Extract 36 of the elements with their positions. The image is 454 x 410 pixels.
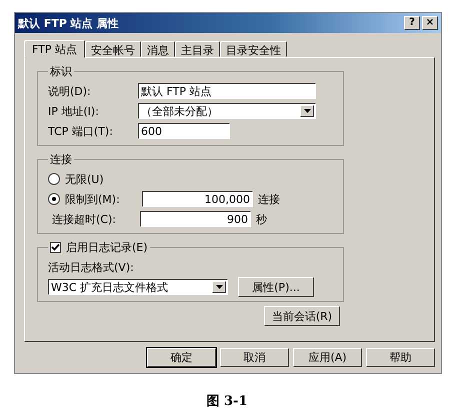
dialog-button[interactable]: 确定: [147, 348, 216, 367]
radio-label[interactable]: 限制到(M):: [65, 192, 142, 206]
tab[interactable]: 安全帐号: [84, 41, 141, 57]
input-field[interactable]: 900: [140, 211, 251, 227]
dropdown[interactable]: W3C 扩充日志文件格式: [48, 279, 228, 295]
dropdown[interactable]: （全部未分配）: [138, 103, 316, 119]
dialog-button[interactable]: 应用(A): [293, 348, 362, 367]
input-field[interactable]: 600: [138, 123, 230, 139]
group-title: 连接: [49, 152, 73, 167]
checkbox[interactable]: [50, 242, 61, 253]
field-label: 连接超时(C):: [51, 212, 117, 226]
field-label: 说明(D):: [48, 84, 92, 98]
unit-label: 连接: [258, 192, 280, 206]
radio-button[interactable]: [48, 173, 60, 185]
tab[interactable]: 主目录: [174, 41, 220, 57]
tab[interactable]: 消息: [140, 41, 175, 57]
field-label: TCP 端口(T):: [48, 124, 114, 138]
field-label: IP 地址(I):: [48, 104, 100, 118]
unit-label: 秒: [256, 212, 267, 226]
radio-label[interactable]: 无限(U): [65, 172, 142, 186]
window-title: 默认 FTP 站点 属性: [18, 16, 119, 30]
current-sessions-button[interactable]: 当前会话(R): [264, 306, 340, 326]
checkbox-label[interactable]: 启用日志记录(E): [66, 240, 148, 255]
properties-button[interactable]: 属性(P)...: [238, 277, 314, 297]
tab[interactable]: FTP 站点: [24, 40, 85, 58]
figure-caption: 图 3-1: [205, 393, 248, 410]
input-field[interactable]: 默认 FTP 站点: [138, 83, 316, 99]
input-field[interactable]: 100,000: [142, 191, 253, 207]
dialog-button[interactable]: 帮助: [366, 348, 435, 367]
radio-button[interactable]: [48, 193, 60, 205]
dialog-button[interactable]: 取消: [220, 348, 289, 367]
tab[interactable]: 目录安全性: [220, 41, 287, 57]
field-label: 活动日志格式(V):: [48, 260, 134, 274]
group-title: 标识: [49, 64, 73, 79]
close-button[interactable]: ×: [422, 16, 438, 30]
help-button[interactable]: ?: [404, 16, 420, 30]
